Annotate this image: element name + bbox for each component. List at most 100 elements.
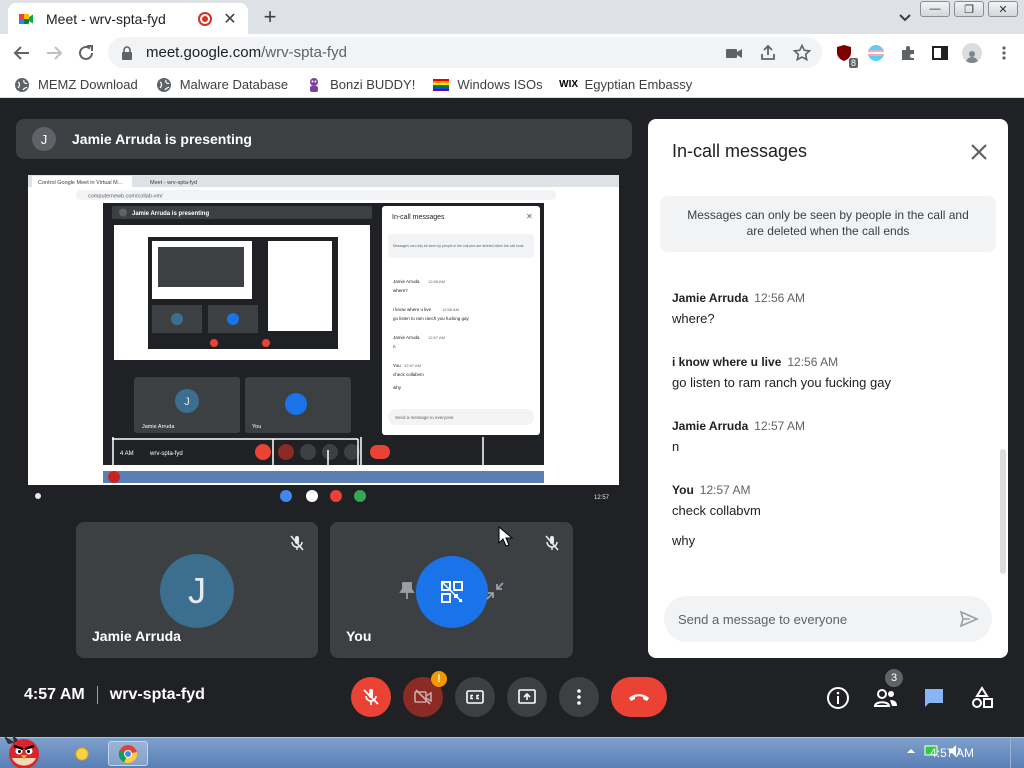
inner-msg-0-sender: Jamie Arruda [393, 279, 420, 284]
shared-screen[interactable]: Control Google Meet in Virtual M... Meet… [28, 175, 619, 507]
tab-search-chevron-icon[interactable] [896, 8, 914, 26]
inner-tile-2-name: You [252, 424, 261, 430]
inner-chat-placeholder: Send a message to everyone [395, 415, 454, 420]
present-now-button[interactable] [507, 677, 547, 717]
qr-code-icon [441, 581, 463, 603]
tray-expand-icon[interactable] [906, 746, 916, 756]
ublock-origin-icon[interactable]: 8 [834, 43, 858, 68]
camera-off-icon [414, 689, 432, 705]
back-arrow-icon[interactable] [11, 42, 33, 64]
captions-button[interactable] [455, 677, 495, 717]
chat-message: Jamie Arruda 12:56 AM where? [672, 289, 992, 329]
inner-code: wrv-spta-fyd [149, 451, 183, 457]
kebab-menu-icon[interactable] [994, 43, 1014, 63]
bookmark-star-icon[interactable] [792, 43, 812, 63]
minimize-tile-icon[interactable] [484, 580, 506, 602]
show-desktop-button[interactable] [1010, 738, 1024, 768]
tab-strip: Meet - wrv-spta-fyd ✕ + — ❐ ✕ [0, 0, 1024, 34]
chat-button[interactable] [921, 685, 947, 711]
chat-bubble-icon [925, 689, 943, 707]
message-sender: Jamie Arruda [672, 419, 749, 433]
chat-title: In-call messages [672, 141, 808, 161]
bookmark-label: Windows ISOs [457, 77, 543, 92]
profile-avatar-icon[interactable] [962, 43, 982, 63]
bookmark-memz-download[interactable]: MEMZ Download [14, 77, 138, 93]
reload-icon[interactable] [75, 42, 97, 64]
google-meet-icon [19, 13, 33, 24]
share-icon[interactable] [758, 43, 778, 63]
inner-url: computernewb.com/collab-vm/ [88, 194, 163, 200]
chat-info-note: Messages can only be seen by people in t… [660, 196, 996, 252]
more-options-button[interactable] [559, 677, 599, 717]
chat-message: You 12:57 AM check collabvm why [672, 481, 992, 551]
wix-icon: WIX [559, 79, 579, 90]
bookmark-malware-database[interactable]: Malware Database [156, 77, 288, 93]
message-sender: You [672, 483, 694, 497]
taskbar-clock[interactable]: 4:57 AM [930, 746, 974, 760]
chrome-icon [118, 744, 138, 763]
omnibox-actions [724, 43, 812, 63]
message-sender: i know where u live [672, 355, 782, 369]
hang-up-icon [629, 694, 649, 701]
extensions-puzzle-icon[interactable] [898, 43, 918, 63]
camera-toggle-button[interactable]: ! [403, 671, 447, 717]
inner-tab-2: Meet - wrv-spta-fyd [150, 180, 197, 186]
pin-icon[interactable] [396, 580, 418, 602]
people-button[interactable]: 3 [873, 669, 903, 711]
clock-time: 4:57 AM [24, 686, 85, 703]
mic-toggle-button[interactable] [351, 677, 391, 717]
chat-message-input[interactable] [678, 611, 938, 627]
recording-indicator-icon [198, 11, 212, 26]
inner-tab-1: Control Google Meet in Virtual M... [38, 180, 123, 186]
leave-call-button[interactable] [611, 677, 667, 717]
close-window-button[interactable]: ✕ [988, 1, 1018, 17]
inner-msg-0-time: 12:56 AM [428, 279, 445, 284]
meet-app: J Jamie Arruda is presenting Control Goo… [0, 98, 1024, 737]
send-icon[interactable] [958, 608, 980, 630]
forward-arrow-icon[interactable] [43, 42, 65, 64]
bonzi-icon [310, 77, 319, 92]
globe-icon [15, 77, 29, 92]
angry-bird-start-icon[interactable] [2, 732, 46, 768]
extensions-area: 8 [834, 43, 1014, 68]
address-bar[interactable]: meet.google.com/wrv-spta-fyd [108, 37, 822, 68]
presenter-avatar: J [32, 127, 56, 151]
taskbar-chrome-button[interactable] [108, 741, 148, 766]
people-icon [873, 689, 897, 707]
tab-close-icon[interactable]: ✕ [222, 9, 238, 29]
participant-name: Jamie Arruda [92, 628, 181, 644]
bookmark-label: Bonzi BUDDY! [330, 77, 416, 92]
restore-button[interactable]: ❐ [954, 1, 984, 17]
browser-tab-meet[interactable]: Meet - wrv-spta-fyd ✕ [8, 3, 248, 34]
bookmark-label: Malware Database [179, 77, 289, 92]
url-text[interactable]: meet.google.com/wrv-spta-fyd [146, 44, 347, 61]
message-text: n [672, 439, 680, 454]
mic-off-icon [363, 689, 379, 705]
meeting-details-button[interactable] [825, 685, 851, 711]
minimize-button[interactable]: — [920, 1, 950, 17]
participant-avatar: J [160, 554, 234, 628]
inner-msg-1-time: 12:56 AM [442, 307, 459, 312]
camera-in-use-icon[interactable] [724, 43, 744, 63]
inner-msg-3-time: 12:57 AM [404, 363, 421, 368]
lock-icon[interactable] [120, 45, 134, 60]
side-panel-icon[interactable] [930, 43, 950, 63]
chat-scrollbar[interactable] [1000, 449, 1006, 574]
rainbow-flag-icon [433, 78, 450, 91]
windows-taskbar: 4:57 AM [0, 734, 1024, 768]
close-icon[interactable] [968, 141, 990, 163]
activities-button[interactable] [969, 685, 995, 711]
bookmark-egyptian-embassy[interactable]: WIX Egyptian Embassy [559, 77, 692, 93]
taskbar-explorer-button[interactable] [64, 741, 100, 766]
closed-captions-icon [466, 690, 484, 704]
pride-flag-extension-icon[interactable] [866, 43, 886, 63]
bookmark-windows-isos[interactable]: Windows ISOs [433, 77, 543, 93]
window-controls: — ❐ ✕ [920, 1, 1018, 17]
message-text: check collabvm [672, 503, 761, 518]
inner-chat-title: In-call messages [392, 214, 445, 221]
participant-tile-jamie[interactable]: J Jamie Arruda [76, 522, 318, 658]
bookmark-bonzi-buddy[interactable]: Bonzi BUDDY! [306, 77, 415, 93]
mic-off-icon [290, 535, 304, 551]
new-tab-button[interactable]: + [258, 4, 282, 30]
participant-tile-you[interactable]: You [330, 522, 573, 658]
